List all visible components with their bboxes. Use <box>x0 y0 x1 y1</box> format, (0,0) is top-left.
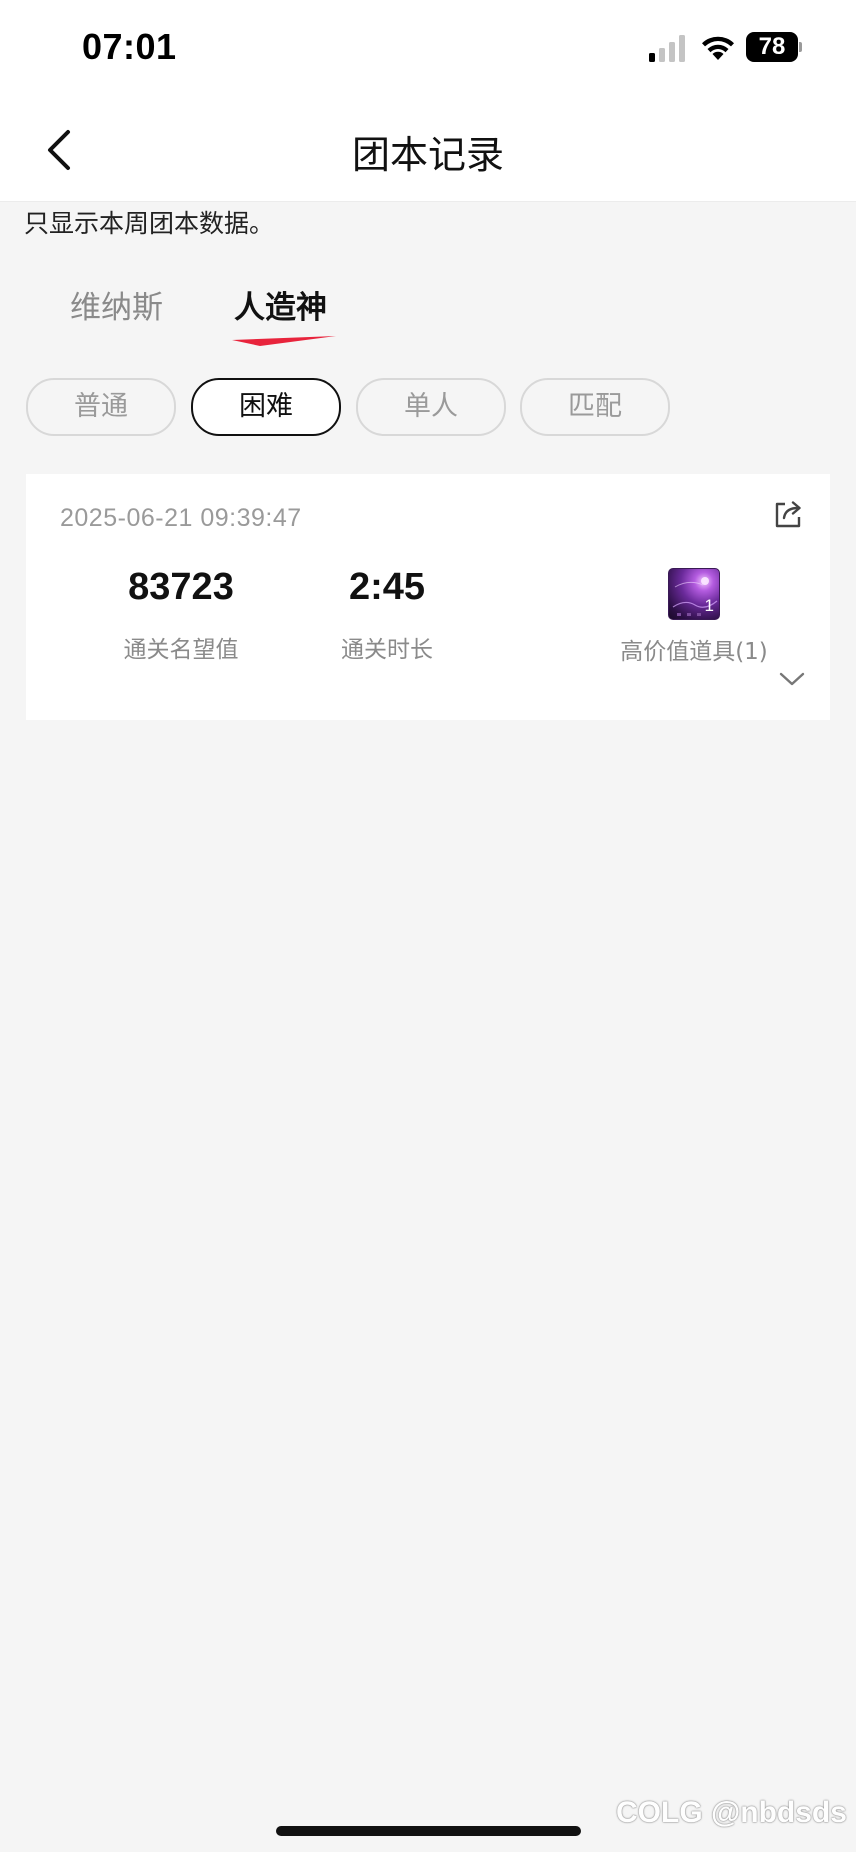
clear-time-value: 2:45 <box>348 566 426 608</box>
epic-item-icon[interactable]: 1 <box>668 568 720 620</box>
high-value-item-label: 高价值道具(1) <box>620 639 768 665</box>
reputation-value: 83723 <box>128 566 234 608</box>
page-title: 团本记录 <box>351 133 504 177</box>
battery-indicator: 78 <box>746 32 802 62</box>
chip-normal[interactable]: 普通 <box>26 378 176 436</box>
item-count: 1 <box>704 596 714 615</box>
watermark: COLG @nbdsds <box>616 1796 847 1829</box>
status-bar: 07:01 78 <box>0 0 856 100</box>
battery-level: 78 <box>758 33 786 60</box>
status-time: 07:01 <box>82 26 177 67</box>
record-card: 2025-06-21 09:39:47 83723 通关名望值 2:45 通关时… <box>26 474 830 720</box>
chip-hard[interactable]: 困难 <box>191 378 341 436</box>
active-tab-indicator <box>232 336 336 346</box>
reputation-label: 通关名望值 <box>123 637 239 663</box>
notice-text: 只显示本周团本数据。 <box>24 209 275 238</box>
share-icon[interactable] <box>772 498 804 530</box>
nav-bar: 团本记录 <box>0 100 856 202</box>
tab-artificial-god[interactable]: 人造神 <box>234 282 327 327</box>
screen: 07:01 78 团本记录 只显示本周团本数据。 维纳斯 人造神 普通 困难 单… <box>0 0 856 1852</box>
chip-solo[interactable]: 单人 <box>356 378 506 436</box>
chevron-down-icon[interactable] <box>778 670 806 688</box>
clear-time-label: 通关时长 <box>341 637 433 663</box>
tab-venus[interactable]: 维纳斯 <box>70 282 163 327</box>
battery-cap <box>799 42 802 52</box>
record-date: 2025-06-21 09:39:47 <box>60 504 302 532</box>
home-indicator[interactable] <box>276 1826 581 1836</box>
chip-match[interactable]: 匹配 <box>520 378 670 436</box>
signal-icon <box>649 35 685 62</box>
wifi-icon <box>702 36 734 60</box>
